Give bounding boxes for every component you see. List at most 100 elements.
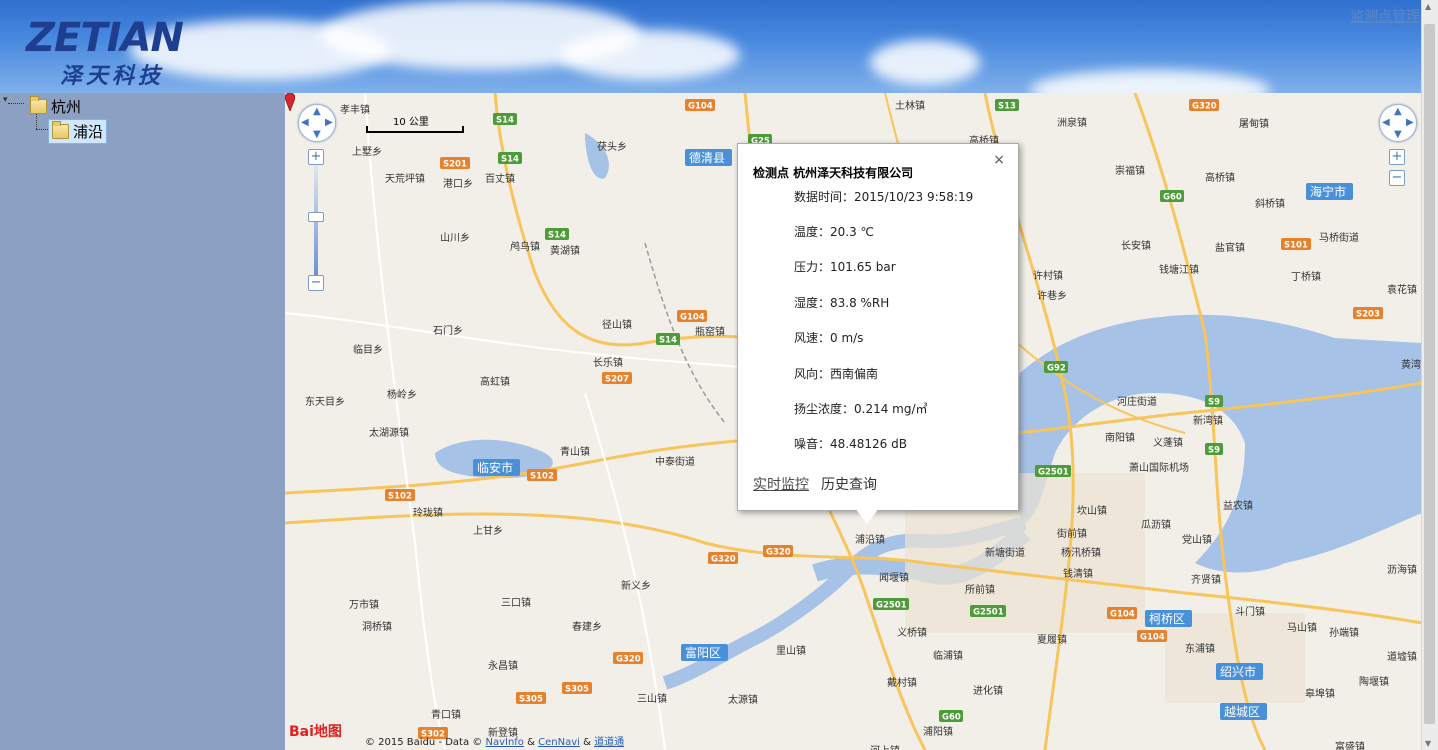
company-logo: ZETIAN 泽天科技 xyxy=(26,18,184,90)
tree-node-hangzhou[interactable]: 杭州 xyxy=(30,96,81,117)
cloud-decoration xyxy=(1030,70,1270,93)
place-label: 新义乡 xyxy=(621,579,651,592)
zoom-in-button[interactable]: + xyxy=(308,149,324,165)
place-label: 太源镇 xyxy=(728,693,758,706)
svg-text:S305: S305 xyxy=(519,695,543,705)
realtime-monitor-link[interactable]: 实时监控 xyxy=(753,474,809,494)
svg-text:G320: G320 xyxy=(766,548,791,558)
place-label: 坎山镇 xyxy=(1077,504,1107,517)
place-label: 山川乡 xyxy=(440,232,470,244)
place-label: 盐官镇 xyxy=(1215,241,1245,254)
location-marker-icon[interactable] xyxy=(285,93,295,111)
baidu-map[interactable]: 孝丰镇 上墅乡 天荒坪镇 港口乡 百丈镇 山川乡 鸬鸟镇 黄湖镇 石门乡 临目乡 杨岭乡 东天目乡 高虹… xyxy=(285,93,1422,750)
pan-left-icon[interactable]: ◀ xyxy=(301,117,309,128)
svg-text:S102: S102 xyxy=(530,472,554,482)
navinfo-link[interactable]: NavInfo xyxy=(485,737,523,748)
pan-down-icon[interactable]: ▼ xyxy=(1394,129,1402,140)
place-label: 玲珑镇 xyxy=(413,506,443,519)
map-copyright: © 2015 Baidu - Data © NavInfo & CenNavi … xyxy=(365,733,624,748)
place-label: 径山镇 xyxy=(602,318,632,331)
place-label: 永昌镇 xyxy=(488,659,518,672)
info-row-wind-direction: 风向：西南偏南 xyxy=(794,367,879,381)
place-label: 许巷乡 xyxy=(1037,290,1067,302)
zoom-in-button-right[interactable]: + xyxy=(1389,149,1405,165)
scroll-up-icon[interactable]: ▲ xyxy=(1425,2,1431,11)
pan-up-icon[interactable]: ▲ xyxy=(313,106,321,117)
place-label: 钱清镇 xyxy=(1063,567,1093,580)
road-badge: G104 xyxy=(1137,630,1167,643)
city-label[interactable]: 德清县 xyxy=(685,149,732,166)
tree-connector xyxy=(8,103,24,104)
road-badge: S207 xyxy=(602,372,632,385)
road-badge: S14 xyxy=(493,113,517,126)
city-label[interactable]: 柯桥区 xyxy=(1145,610,1192,627)
road-badge: S102 xyxy=(527,469,557,482)
map-pan-control-right[interactable]: ▲ ▼ ◀ ▶ xyxy=(1379,104,1417,142)
cennavi-link[interactable]: CenNavi xyxy=(538,737,580,748)
road-badge: G2501 xyxy=(1035,465,1071,478)
place-label: 三山镇 xyxy=(637,692,667,705)
pan-down-icon[interactable]: ▼ xyxy=(313,129,321,140)
svg-text:S102: S102 xyxy=(388,492,412,502)
road-badge: G320 xyxy=(1189,99,1219,112)
info-row-wind-speed: 风速：0 m/s xyxy=(794,331,864,345)
road-badge: S14 xyxy=(656,333,680,346)
tree-expander-icon[interactable]: ▾ xyxy=(3,95,8,105)
road-badge: G60 xyxy=(1160,190,1184,203)
zoom-out-button[interactable]: − xyxy=(308,275,324,291)
pan-right-icon[interactable]: ▶ xyxy=(325,117,333,128)
place-label: 益农镇 xyxy=(1223,499,1253,512)
place-label: 百丈镇 xyxy=(485,172,515,185)
city-label[interactable]: 海宁市 xyxy=(1306,183,1353,200)
road xyxy=(364,93,446,750)
place-label: 浦阳镇 xyxy=(923,725,953,738)
svg-text:富阳区: 富阳区 xyxy=(685,645,721,660)
road-badge: S305 xyxy=(516,692,546,705)
vertical-scrollbar[interactable]: ▲ ▼ xyxy=(1421,0,1438,750)
place-label: 河上镇 xyxy=(870,744,900,750)
road-badge: G92 xyxy=(1044,361,1068,374)
close-icon[interactable]: × xyxy=(993,152,1005,168)
place-label: 黄湖镇 xyxy=(550,244,580,257)
tree-node-puyan[interactable]: 浦沿 xyxy=(48,119,108,144)
zoom-slider-handle[interactable] xyxy=(308,212,324,222)
place-label: 洲泉镇 xyxy=(1057,116,1087,129)
scrollbar-thumb[interactable] xyxy=(1424,24,1435,724)
tree-sidebar: ▾ 杭州 浦沿 xyxy=(0,93,285,750)
road-badge: S9 xyxy=(1205,395,1223,408)
place-label: 丁桥镇 xyxy=(1291,270,1321,283)
place-label: 闻堰镇 xyxy=(879,571,909,584)
place-label: 孝丰镇 xyxy=(340,103,370,116)
city-label[interactable]: 临安市 xyxy=(473,459,520,476)
place-label: 党山镇 xyxy=(1182,533,1212,546)
place-label: 崇福镇 xyxy=(1115,164,1145,177)
cloud-decoration xyxy=(870,40,980,85)
pan-left-icon[interactable]: ◀ xyxy=(1382,117,1390,128)
place-label: 长安镇 xyxy=(1121,239,1151,252)
place-label: 长乐镇 xyxy=(593,356,623,369)
svg-text:海宁市: 海宁市 xyxy=(1310,184,1346,199)
city-label[interactable]: 富阳区 xyxy=(681,644,728,661)
place-label: 浦沿镇 xyxy=(855,533,885,546)
daodaotong-link[interactable]: 道道通 xyxy=(594,737,624,748)
folder-icon xyxy=(30,96,47,114)
place-label: 沥海镇 xyxy=(1387,563,1417,576)
pan-up-icon[interactable]: ▲ xyxy=(1394,106,1402,117)
pan-right-icon[interactable]: ▶ xyxy=(1406,117,1414,128)
city-label[interactable]: 绍兴市 xyxy=(1216,663,1263,680)
place-label: 道墟镇 xyxy=(1387,650,1417,663)
info-window-title: 检测点 杭州泽天科技有限公司 xyxy=(753,166,914,180)
history-query-link[interactable]: 历史查询 xyxy=(821,474,877,494)
city-label[interactable]: 越城区 xyxy=(1220,703,1267,720)
header-banner: ZETIAN 泽天科技 监测点管理 xyxy=(0,0,1422,93)
place-label: 里山镇 xyxy=(776,644,806,657)
svg-text:G92: G92 xyxy=(1047,364,1066,374)
copyright-prefix: © 2015 Baidu - Data © xyxy=(365,737,483,748)
scroll-down-icon[interactable]: ▼ xyxy=(1425,739,1431,748)
place-label: 皋埠镇 xyxy=(1305,687,1335,700)
baidu-logo[interactable]: Bai地图 xyxy=(289,721,342,741)
svg-text:S201: S201 xyxy=(443,160,467,170)
zoom-out-button-right[interactable]: − xyxy=(1389,170,1405,186)
monitor-point-manage-link[interactable]: 监测点管理 xyxy=(1350,6,1420,26)
map-pan-control[interactable]: ▲ ▼ ◀ ▶ xyxy=(298,104,336,142)
